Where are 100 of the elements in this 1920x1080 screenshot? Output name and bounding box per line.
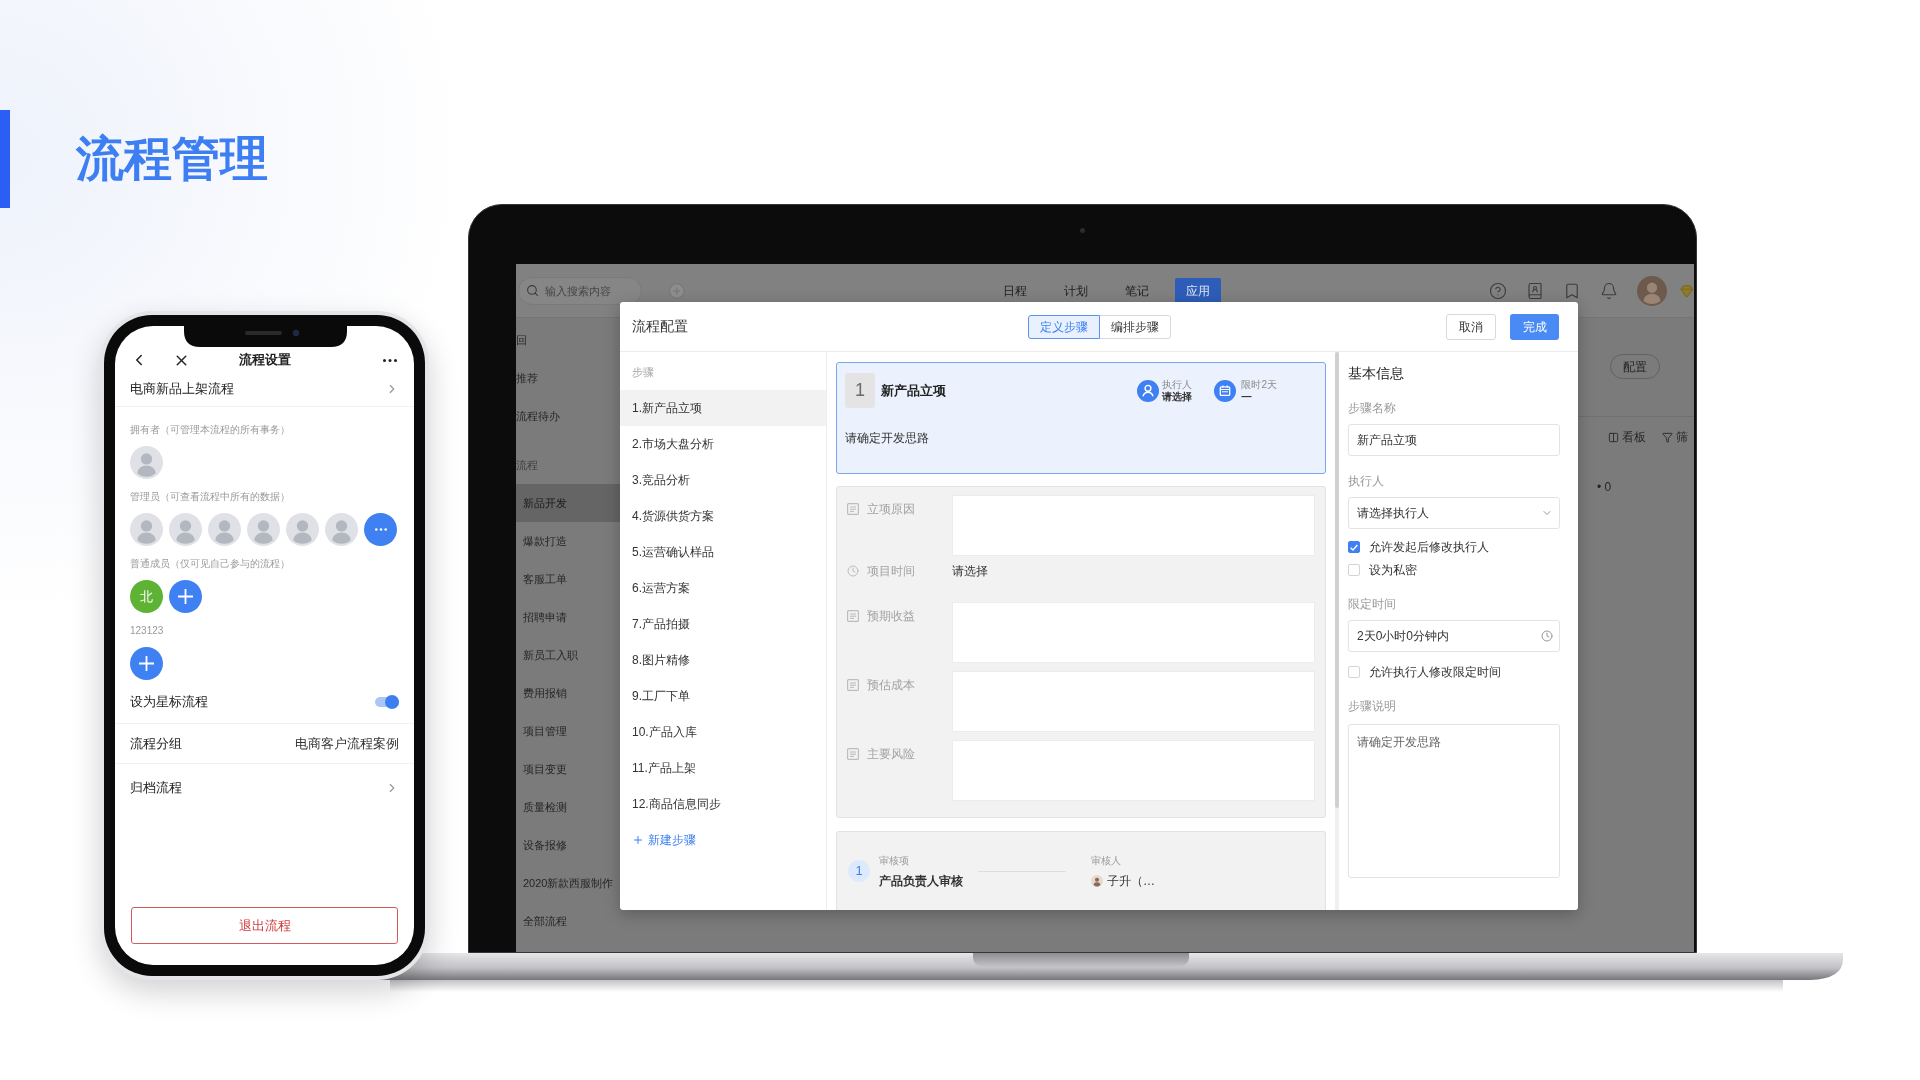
item-count: • 0 — [1597, 479, 1612, 496]
step-item[interactable]: 7.产品拍摄 — [620, 606, 826, 642]
tab[interactable]: 编排步骤 — [1098, 314, 1171, 339]
step-title: 新产品立项 — [881, 381, 946, 400]
sidebar-item[interactable]: 客服工单 — [516, 560, 620, 598]
archive-row[interactable]: 归档流程 — [115, 764, 414, 812]
step-item[interactable]: 10.产品入库 — [620, 714, 826, 750]
tab[interactable]: 定义步骤 — [1027, 314, 1100, 339]
step-item[interactable]: 6.运营方案 — [620, 570, 826, 606]
back-link[interactable]: 回 — [516, 331, 527, 349]
time-select[interactable]: 请选择 — [952, 562, 988, 580]
bell-icon[interactable] — [1600, 281, 1619, 300]
step-item[interactable]: 12.商品信息同步 — [620, 786, 826, 822]
field-value: 请选择 — [1162, 390, 1193, 403]
field-label: 执行人 — [1162, 378, 1193, 391]
add-step-button[interactable]: 新建步骤 — [632, 822, 696, 858]
board-icon — [1608, 431, 1619, 443]
clock-icon — [847, 565, 859, 577]
step-item[interactable]: 8.图片精修 — [620, 642, 826, 678]
step-description-field[interactable]: 请确定开发思路 — [1348, 724, 1560, 878]
time-limit-field[interactable]: 2天0小时0分钟内 — [1348, 620, 1560, 652]
step-item[interactable]: 11.产品上架 — [620, 750, 826, 786]
step-item[interactable]: 4.货源供货方案 — [620, 498, 826, 534]
exit-flow-button[interactable]: 退出流程 — [131, 907, 398, 944]
done-button[interactable]: 完成 — [1510, 313, 1559, 340]
sidebar-item[interactable]: 费用报销 — [516, 674, 620, 712]
plus-icon — [632, 834, 644, 846]
more-members-button[interactable] — [364, 513, 397, 546]
member-avatar: 北 — [130, 580, 163, 613]
sidebar-item[interactable]: 爆款打造 — [516, 522, 620, 560]
executor-select[interactable]: 请选择执行人 — [1348, 497, 1560, 529]
help-icon[interactable] — [1489, 281, 1508, 300]
sidebar-item[interactable]: 项目管理 — [516, 712, 620, 750]
nav-tab[interactable]: 应用 — [1175, 277, 1222, 304]
review-number: 1 — [848, 860, 870, 882]
sidebar-item[interactable]: 2020新款西服制作 — [516, 864, 620, 902]
section-label: 123123 — [130, 624, 164, 638]
step-item[interactable]: 3.竞品分析 — [620, 462, 826, 498]
panel-heading: 基本信息 — [1348, 364, 1404, 382]
field-label: 限定时间 — [1348, 596, 1396, 612]
setting-value: 电商客户流程案例 — [295, 734, 399, 753]
view-option[interactable]: 筛 — [1676, 429, 1688, 445]
view-option[interactable]: 看板 — [1622, 429, 1646, 445]
step-number: 1 — [845, 373, 875, 408]
nav-tab[interactable]: 笔记 — [1114, 277, 1161, 304]
nav-tab[interactable]: 日程 — [992, 277, 1039, 304]
add-member-button[interactable] — [130, 647, 163, 680]
field-label: 预估成本 — [867, 677, 915, 694]
plus-icon — [178, 589, 193, 604]
step-card[interactable]: 1 新产品立项 执行人 请选择 限时2天 — 请确定开发思路 — [836, 362, 1326, 474]
contacts-icon[interactable] — [1526, 281, 1545, 300]
avatar-icon — [247, 513, 280, 546]
flow-name-row[interactable]: 电商新品上架流程 — [115, 372, 414, 407]
field-label: 步骤说明 — [1348, 698, 1396, 714]
toggle-switch[interactable] — [375, 694, 399, 709]
step-description: 请确定开发思路 — [845, 430, 929, 447]
avatar-icon — [130, 446, 163, 479]
clock-icon — [1541, 630, 1553, 642]
avatar-icon — [130, 513, 163, 546]
more-icon[interactable] — [383, 358, 397, 362]
step-item[interactable]: 1.新产品立项 — [620, 390, 826, 426]
screen-title: 流程设置 — [238, 351, 291, 370]
sidebar-item[interactable]: 质量检测 — [516, 788, 620, 826]
field-label: 步骤名称 — [1348, 400, 1396, 416]
checkbox-label: 允许执行人修改限定时间 — [1369, 664, 1501, 681]
field-label: 主要风险 — [867, 746, 915, 763]
sidebar-item[interactable]: 项目变更 — [516, 750, 620, 788]
reviewer-name: 子升（… — [1107, 874, 1155, 888]
sidebar-link[interactable]: 流程待办 — [516, 407, 560, 425]
avatar-icon — [325, 513, 358, 546]
field-label: 立项原因 — [867, 501, 915, 518]
avatar-icon — [286, 513, 319, 546]
sidebar-item[interactable]: 全部流程 — [516, 902, 620, 940]
step-name-field[interactable]: 新产品立项 — [1348, 424, 1560, 456]
step-item[interactable]: 5.运营确认样品 — [620, 534, 826, 570]
sidebar-item[interactable]: 招聘申请 — [516, 598, 620, 636]
section-label: 普通成员（仅可见自己参与的流程） — [130, 557, 290, 571]
sidebar-item[interactable]: 设备报修 — [516, 826, 620, 864]
column-heading: 步骤 — [632, 365, 654, 380]
page-title: 流程管理 — [76, 131, 268, 187]
sidebar-section-title: 流程 — [516, 457, 538, 473]
field-label: 审核人 — [1091, 854, 1121, 868]
nav-tab[interactable]: 计划 — [1053, 277, 1100, 304]
step-item[interactable]: 2.市场大盘分析 — [620, 426, 826, 462]
checkbox-label: 允许发起后修改执行人 — [1369, 539, 1489, 556]
setting-label: 设为星标流程 — [130, 692, 208, 711]
sidebar-link[interactable]: 推荐 — [516, 369, 538, 387]
sidebar-item[interactable]: 新员工入职 — [516, 636, 620, 674]
checkbox[interactable] — [1348, 541, 1360, 553]
add-member-button[interactable] — [169, 580, 202, 613]
text-field-icon — [847, 503, 859, 515]
step-item[interactable]: 9.工厂下单 — [620, 678, 826, 714]
avatar-icon — [208, 513, 241, 546]
avatar-icon — [169, 513, 202, 546]
field-label: 项目时间 — [867, 563, 915, 580]
sidebar-item[interactable]: 新品开发 — [516, 484, 620, 522]
field-value: — — [1241, 390, 1252, 403]
setting-label: 流程分组 — [130, 734, 182, 753]
scrollbar-thumb[interactable] — [1335, 352, 1339, 808]
cancel-button[interactable]: 取消 — [1446, 313, 1496, 340]
